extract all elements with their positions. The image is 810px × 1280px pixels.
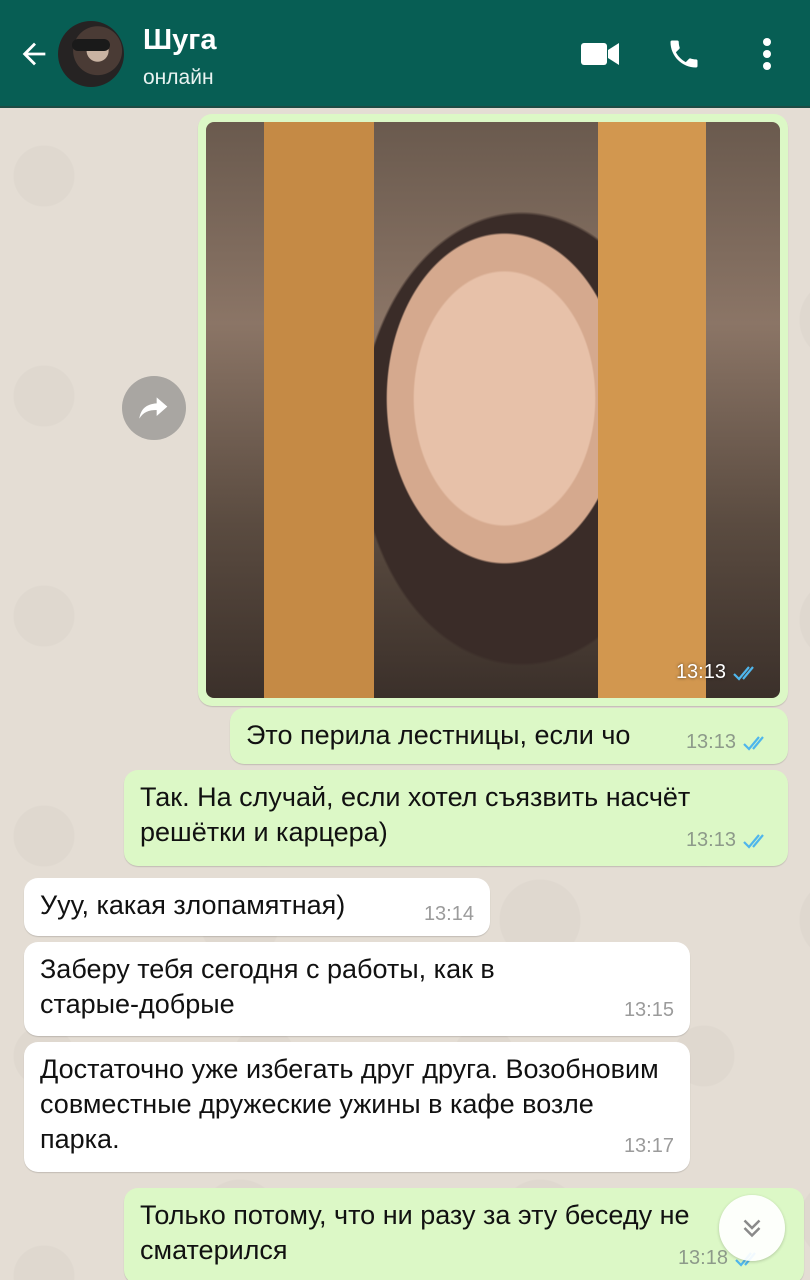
forward-icon bbox=[139, 397, 168, 419]
message-time: 13:18 bbox=[677, 1247, 728, 1269]
message-time: 13:15 bbox=[623, 999, 674, 1021]
message-text: Заберу тебя сегодня с работы, как в стар… bbox=[40, 954, 495, 1019]
back-arrow-icon bbox=[22, 42, 46, 66]
contact-name[interactable]: Шуга bbox=[143, 24, 216, 57]
outgoing-message[interactable]: Так. На случай, если хотел съязвить насч… bbox=[124, 770, 788, 866]
contact-status: онлайн bbox=[143, 66, 214, 89]
message-meta: 13:13 bbox=[676, 661, 762, 684]
more-vertical-icon bbox=[763, 38, 771, 70]
outgoing-message[interactable]: Это перила лестницы, если чо 13:13 bbox=[230, 708, 788, 764]
contact-avatar[interactable] bbox=[58, 21, 124, 87]
chat-area[interactable]: 13:13 Это перила лестницы, если чо 13:13… bbox=[0, 110, 810, 1280]
phone-icon bbox=[670, 40, 698, 68]
message-meta: 13:13 bbox=[686, 725, 772, 760]
incoming-message[interactable]: Заберу тебя сегодня с работы, как в стар… bbox=[24, 942, 690, 1036]
photo[interactable]: 13:13 bbox=[206, 122, 780, 698]
message-meta: 13:14 bbox=[424, 897, 474, 932]
message-time: 13:13 bbox=[685, 829, 736, 851]
message-time: 13:17 bbox=[623, 1135, 674, 1157]
message-meta: 13:15 bbox=[624, 993, 674, 1028]
outgoing-message[interactable]: Только потому, что ни разу за эту беседу… bbox=[124, 1188, 804, 1280]
video-call-icon bbox=[581, 43, 619, 65]
more-options-button[interactable] bbox=[750, 30, 784, 78]
read-ticks-icon bbox=[733, 665, 754, 681]
double-chevron-down-icon bbox=[743, 1219, 761, 1238]
video-call-button[interactable] bbox=[576, 30, 624, 78]
voice-call-button[interactable] bbox=[660, 30, 708, 78]
read-ticks-icon bbox=[743, 735, 764, 751]
message-text: Ууу, какая злопамятная) bbox=[40, 890, 346, 920]
incoming-message[interactable]: Достаточно уже избегать друг друга. Возо… bbox=[24, 1042, 690, 1172]
message-time: 13:13 bbox=[685, 731, 736, 753]
message-meta: 13:17 bbox=[624, 1129, 674, 1164]
message-time: 13:13 bbox=[675, 661, 726, 683]
chat-header: Шуга онлайн bbox=[0, 0, 810, 108]
forward-button[interactable] bbox=[122, 376, 186, 440]
message-meta: 13:13 bbox=[686, 823, 772, 858]
message-text: Достаточно уже избегать друг друга. Возо… bbox=[40, 1054, 659, 1154]
incoming-message[interactable]: Ууу, какая злопамятная) 13:14 bbox=[24, 878, 490, 936]
message-time: 13:14 bbox=[423, 903, 474, 925]
read-ticks-icon bbox=[743, 833, 764, 849]
image-message[interactable]: 13:13 bbox=[198, 114, 788, 706]
back-button[interactable] bbox=[14, 34, 54, 74]
scroll-to-bottom-button[interactable] bbox=[719, 1195, 785, 1261]
